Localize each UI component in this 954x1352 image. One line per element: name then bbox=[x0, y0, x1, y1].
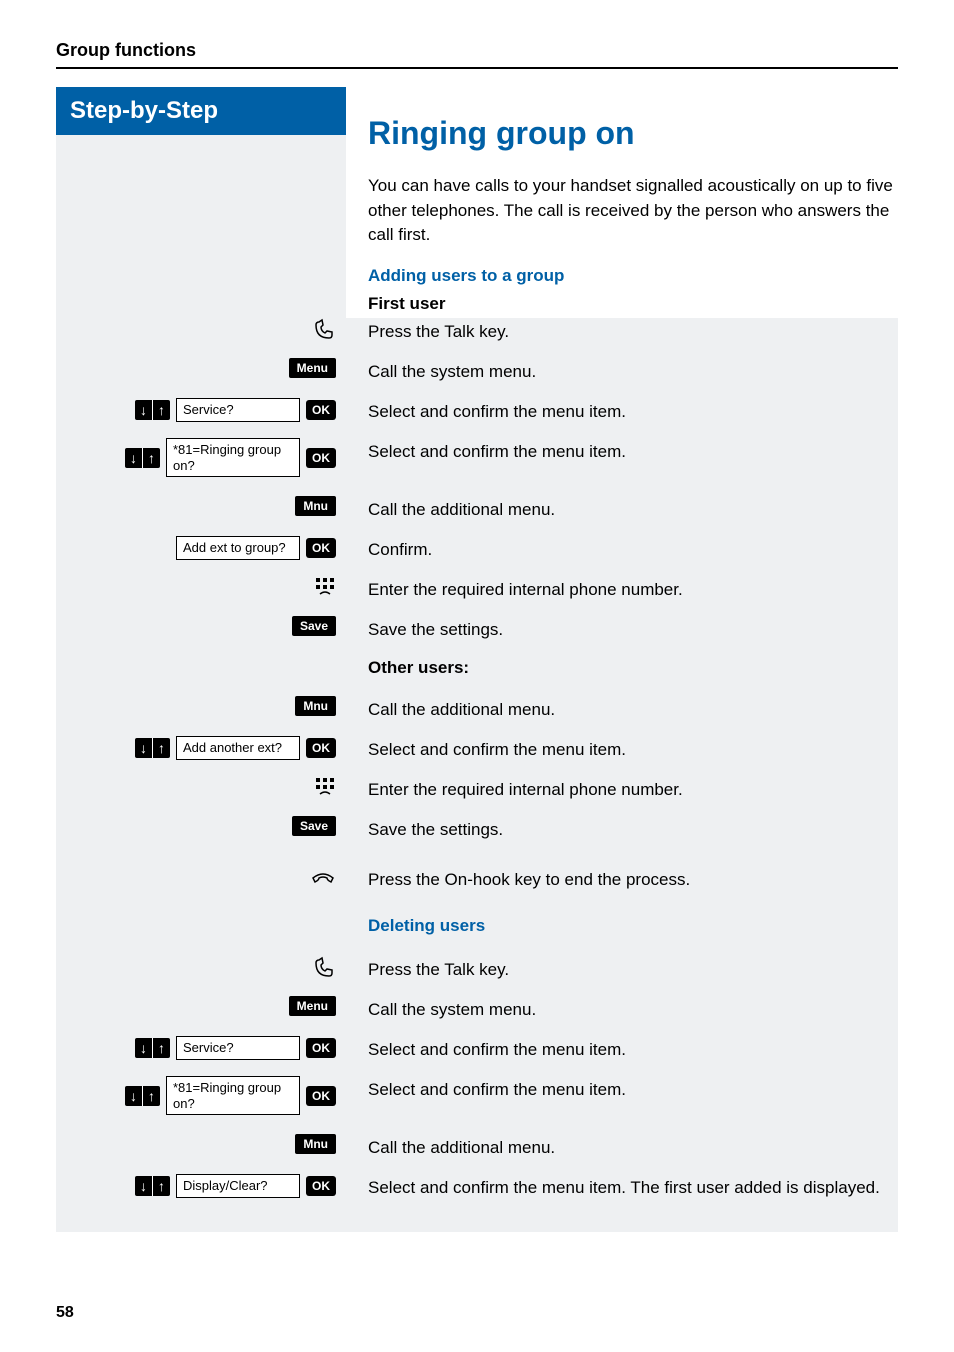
arrow-down-icon: ↓ bbox=[125, 448, 143, 468]
intro-paragraph: You can have calls to your handset signa… bbox=[368, 174, 898, 248]
display-service: Service? bbox=[176, 398, 300, 422]
menu-softkey[interactable]: Menu bbox=[289, 358, 336, 378]
nav-arrows[interactable]: ↓↑ bbox=[125, 1086, 160, 1106]
desc-call-additional-1: Call the additional menu. bbox=[346, 496, 898, 520]
ok-softkey[interactable]: OK bbox=[306, 1086, 336, 1106]
arrow-up-icon: ↑ bbox=[153, 738, 170, 758]
desc-select-confirm-3: Select and confirm the menu item. bbox=[346, 736, 898, 760]
save-softkey[interactable]: Save bbox=[292, 616, 336, 636]
left-column: Step-by-Step bbox=[56, 87, 346, 320]
step-banner: Step-by-Step bbox=[56, 87, 346, 135]
display-ringing: *81=Ringing group on? bbox=[166, 1076, 300, 1115]
arrow-up-icon: ↑ bbox=[143, 1086, 160, 1106]
desc-select-confirm-1: Select and confirm the menu item. bbox=[346, 398, 898, 422]
ok-softkey[interactable]: OK bbox=[306, 738, 336, 758]
desc-save-1: Save the settings. bbox=[346, 616, 898, 640]
nav-arrows[interactable]: ↓↑ bbox=[125, 448, 160, 468]
save-softkey[interactable]: Save bbox=[292, 816, 336, 836]
keypad-icon bbox=[314, 576, 336, 598]
display-service: Service? bbox=[176, 1036, 300, 1060]
arrow-down-icon: ↓ bbox=[135, 1176, 153, 1196]
mnu-softkey[interactable]: Mnu bbox=[295, 696, 336, 716]
display-add-another: Add another ext? bbox=[176, 736, 300, 760]
desc-press-onhook: Press the On-hook key to end the process… bbox=[346, 866, 898, 890]
desc-select-confirm-5: Select and confirm the menu item. bbox=[346, 1076, 898, 1100]
ok-softkey[interactable]: OK bbox=[306, 1038, 336, 1058]
ok-softkey[interactable]: OK bbox=[306, 538, 336, 558]
section-adding-users: Adding users to a group bbox=[368, 266, 898, 286]
desc-press-talk-2: Press the Talk key. bbox=[346, 956, 898, 980]
display-ringing: *81=Ringing group on? bbox=[166, 438, 300, 477]
onhook-key-icon bbox=[310, 866, 336, 894]
page-number: 58 bbox=[56, 1304, 74, 1322]
desc-enter-number-1: Enter the required internal phone number… bbox=[346, 576, 898, 600]
mnu-softkey[interactable]: Mnu bbox=[295, 496, 336, 516]
arrow-down-icon: ↓ bbox=[135, 1038, 153, 1058]
talk-key-icon bbox=[312, 318, 336, 348]
ok-softkey[interactable]: OK bbox=[306, 400, 336, 420]
display-clear: Display/Clear? bbox=[176, 1174, 300, 1198]
desc-select-confirm-first: Select and confirm the menu item. The fi… bbox=[346, 1174, 898, 1198]
ok-softkey[interactable]: OK bbox=[306, 448, 336, 468]
desc-select-confirm-4: Select and confirm the menu item. bbox=[346, 1036, 898, 1060]
desc-press-talk: Press the Talk key. bbox=[346, 318, 898, 342]
label-other-users: Other users: bbox=[346, 658, 898, 678]
arrow-up-icon: ↑ bbox=[153, 1176, 170, 1196]
arrow-up-icon: ↑ bbox=[153, 400, 170, 420]
arrow-up-icon: ↑ bbox=[153, 1038, 170, 1058]
nav-arrows[interactable]: ↓↑ bbox=[135, 1176, 170, 1196]
arrow-down-icon: ↓ bbox=[135, 400, 153, 420]
desc-call-system: Call the system menu. bbox=[346, 358, 898, 382]
mnu-softkey[interactable]: Mnu bbox=[295, 1134, 336, 1154]
desc-save-2: Save the settings. bbox=[346, 816, 898, 840]
arrow-down-icon: ↓ bbox=[125, 1086, 143, 1106]
desc-enter-number-2: Enter the required internal phone number… bbox=[346, 776, 898, 800]
arrow-up-icon: ↑ bbox=[143, 448, 160, 468]
nav-arrows[interactable]: ↓↑ bbox=[135, 400, 170, 420]
arrow-down-icon: ↓ bbox=[135, 738, 153, 758]
desc-call-additional-2: Call the additional menu. bbox=[346, 696, 898, 720]
main-title: Ringing group on bbox=[368, 115, 898, 152]
menu-softkey[interactable]: Menu bbox=[289, 996, 336, 1016]
nav-arrows[interactable]: ↓↑ bbox=[135, 1038, 170, 1058]
ok-softkey[interactable]: OK bbox=[306, 1176, 336, 1196]
talk-key-icon bbox=[312, 956, 336, 986]
section-deleting-users: Deleting users bbox=[346, 916, 898, 936]
desc-call-additional-3: Call the additional menu. bbox=[346, 1134, 898, 1158]
desc-select-confirm-2: Select and confirm the menu item. bbox=[346, 438, 898, 462]
nav-arrows[interactable]: ↓↑ bbox=[135, 738, 170, 758]
display-add-ext: Add ext to group? bbox=[176, 536, 300, 560]
desc-call-system-2: Call the system menu. bbox=[346, 996, 898, 1020]
right-column: Ringing group on You can have calls to y… bbox=[346, 87, 898, 320]
label-first-user: First user bbox=[368, 294, 898, 314]
desc-confirm: Confirm. bbox=[346, 536, 898, 560]
page-header: Group functions bbox=[56, 40, 898, 69]
keypad-icon bbox=[314, 776, 336, 798]
